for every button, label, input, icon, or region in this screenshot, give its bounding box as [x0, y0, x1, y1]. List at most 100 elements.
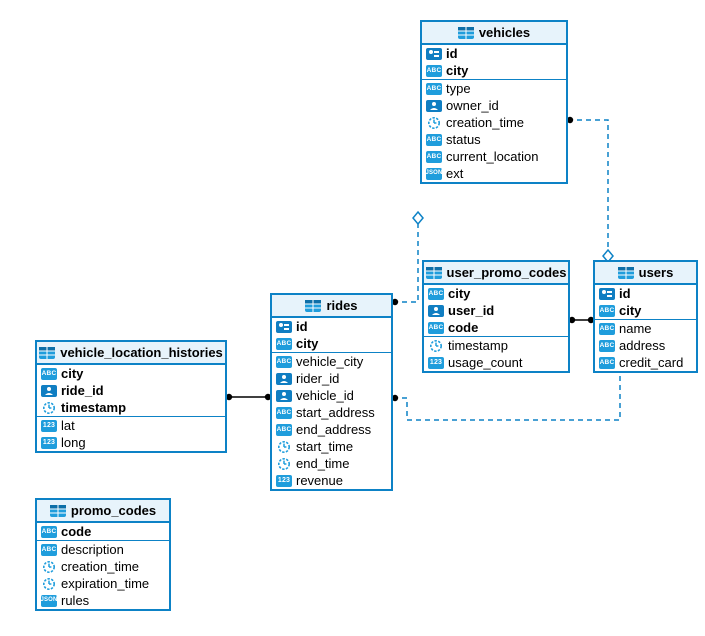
entity-users[interactable]: usersidABCcityABCnameABCaddressABCcredit… [593, 260, 698, 373]
column-start_time[interactable]: start_time [272, 438, 391, 455]
text-type-icon: ABC [426, 64, 442, 78]
column-rules[interactable]: JSON rules [37, 592, 169, 609]
column-type[interactable]: ABCtype [422, 79, 566, 97]
table-icon [426, 267, 442, 279]
entity-rides[interactable]: ridesidABCcityABCvehicle_cityrider_idveh… [270, 293, 393, 491]
column-lat[interactable]: 123lat [37, 416, 225, 434]
column-creation_time[interactable]: creation_time [422, 114, 566, 131]
column-timestamp[interactable]: timestamp [37, 399, 225, 416]
column-label: rules [61, 593, 89, 608]
json-type-icon: JSON [41, 594, 57, 608]
column-city[interactable]: ABCcity [595, 302, 696, 319]
table-icon [618, 267, 634, 279]
text-type-icon: ABC [276, 406, 292, 420]
column-code[interactable]: ABCcode [424, 319, 568, 336]
entity-title: users [639, 265, 674, 280]
column-current_location[interactable]: ABCcurrent_location [422, 148, 566, 165]
column-label: rider_id [296, 371, 339, 386]
column-label: city [448, 286, 470, 301]
column-label: timestamp [448, 338, 508, 353]
entity-vehicles[interactable]: vehiclesidABCcityABCtypeowner_idcreation… [420, 20, 568, 184]
column-name[interactable]: ABCname [595, 319, 696, 337]
column-label: code [448, 320, 478, 335]
erd-canvas: vehiclesidABCcityABCtypeowner_idcreation… [0, 0, 705, 636]
column-id[interactable]: id [272, 318, 391, 335]
column-expiration_time[interactable]: expiration_time [37, 575, 169, 592]
entity-columns: ABCcityuser_idABCcode timestamp123usage_c… [424, 285, 568, 371]
column-label: creation_time [61, 559, 139, 574]
entity-promo_codes[interactable]: promo_codes ABCcodeABCdescriptioncreation… [35, 498, 171, 611]
column-revenue[interactable]: 123revenue [272, 472, 391, 489]
entity-header[interactable]: users [595, 262, 696, 285]
foreign-key-icon [276, 372, 292, 386]
table-icon [39, 347, 55, 359]
entity-header[interactable]: user_promo_codes [424, 262, 568, 285]
entity-vehicle_location_histories[interactable]: vehicle_location_historiesABCcityride_id… [35, 340, 227, 453]
column-description[interactable]: ABCdescription [37, 540, 169, 558]
column-label: vehicle_city [296, 354, 363, 369]
column-city[interactable]: ABC city [422, 62, 566, 79]
foreign-key-icon [276, 389, 292, 403]
column-status[interactable]: ABCstatus [422, 131, 566, 148]
text-type-icon: ABC [599, 304, 615, 318]
column-credit_card[interactable]: ABC credit_card [595, 354, 696, 371]
column-code[interactable]: ABCcode [37, 523, 169, 540]
timestamp-type-icon [426, 116, 442, 130]
text-type-icon: ABC [599, 356, 615, 370]
column-label: start_address [296, 405, 375, 420]
column-address[interactable]: ABCaddress [595, 337, 696, 354]
column-rider_id[interactable]: rider_id [272, 370, 391, 387]
column-city[interactable]: ABCcity [272, 335, 391, 352]
column-label: usage_count [448, 355, 522, 370]
column-label: type [446, 81, 471, 96]
column-label: code [61, 524, 91, 539]
column-long[interactable]: 123long [37, 434, 225, 451]
entity-user_promo_codes[interactable]: user_promo_codes ABCcityuser_idABCcode tim… [422, 260, 570, 373]
column-usage_count[interactable]: 123usage_count [424, 354, 568, 371]
text-type-icon: ABC [599, 339, 615, 353]
column-creation_time[interactable]: creation_time [37, 558, 169, 575]
column-owner_id[interactable]: owner_id [422, 97, 566, 114]
column-label: revenue [296, 473, 343, 488]
column-user_id[interactable]: user_id [424, 302, 568, 319]
column-end_time[interactable]: end_time [272, 455, 391, 472]
column-vehicle_city[interactable]: ABCvehicle_city [272, 352, 391, 370]
entity-header[interactable]: rides [272, 295, 391, 318]
column-id[interactable]: id [422, 45, 566, 62]
column-label: id [446, 46, 458, 61]
entity-title: promo_codes [71, 503, 156, 518]
entity-title: rides [326, 298, 357, 313]
column-label: lat [61, 418, 75, 433]
column-start_address[interactable]: ABC start_address [272, 404, 391, 421]
column-label: creation_time [446, 115, 524, 130]
column-label: city [446, 63, 468, 78]
json-type-icon: JSON [426, 167, 442, 181]
column-end_address[interactable]: ABCend_address [272, 421, 391, 438]
entity-header[interactable]: vehicle_location_histories [37, 342, 225, 365]
entity-header[interactable]: promo_codes [37, 500, 169, 523]
column-label: owner_id [446, 98, 499, 113]
column-city[interactable]: ABCcity [424, 285, 568, 302]
foreign-key-icon [41, 384, 57, 398]
column-label: long [61, 435, 86, 450]
column-id[interactable]: id [595, 285, 696, 302]
id-icon [276, 320, 292, 334]
entity-columns: idABCcityABCnameABCaddressABCcredit_card [595, 285, 696, 371]
column-ext[interactable]: JSON ext [422, 165, 566, 182]
column-label: current_location [446, 149, 539, 164]
entity-header[interactable]: vehicles [422, 22, 566, 45]
foreign-key-icon [426, 99, 442, 113]
column-vehicle_id[interactable]: vehicle_id [272, 387, 391, 404]
text-type-icon: ABC [426, 133, 442, 147]
entity-title: user_promo_codes [447, 265, 567, 280]
timestamp-type-icon [428, 339, 444, 353]
column-label: ext [446, 166, 463, 181]
column-label: ride_id [61, 383, 104, 398]
id-icon [426, 47, 442, 61]
column-label: credit_card [619, 355, 683, 370]
foreign-key-icon [428, 304, 444, 318]
column-ride_id[interactable]: ride_id [37, 382, 225, 399]
column-timestamp[interactable]: timestamp [424, 336, 568, 354]
column-city[interactable]: ABCcity [37, 365, 225, 382]
column-label: end_time [296, 456, 349, 471]
